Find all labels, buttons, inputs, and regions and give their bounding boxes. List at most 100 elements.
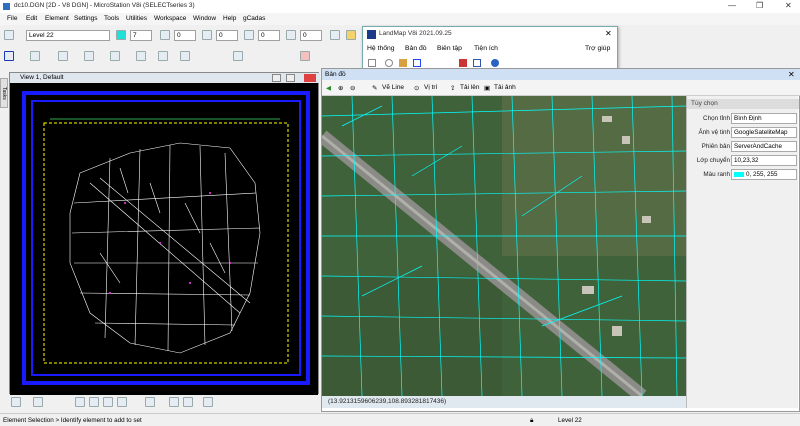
lock-icon[interactable]: 🔒︎	[530, 417, 533, 425]
window-title: dc10.DGN [2D - V8 DGN] - MicroStation V8…	[14, 2, 195, 9]
tool-dimension-icon[interactable]	[180, 51, 190, 61]
menu-edit[interactable]: Edit	[26, 15, 37, 22]
lm-tool-table-icon[interactable]	[473, 59, 481, 67]
view-close-icon[interactable]	[304, 74, 316, 82]
menu-element[interactable]: Element	[45, 15, 69, 22]
pan-view-icon[interactable]	[145, 397, 155, 407]
level-combo[interactable]: Level 22	[26, 30, 110, 41]
priority-combo[interactable]: 0	[300, 30, 322, 41]
menu-settings[interactable]: Settings	[74, 15, 98, 22]
minimize-icon[interactable]: —	[728, 1, 736, 10]
tool-fence-icon[interactable]	[58, 51, 68, 61]
zoom-out-map-icon[interactable]: ⊖	[350, 84, 355, 92]
lm-tool-map-icon[interactable]	[399, 59, 407, 67]
view-maximize-icon[interactable]	[286, 74, 295, 82]
zoom-in-map-icon[interactable]: ⊕	[338, 84, 343, 92]
tool-measure-icon[interactable]	[110, 51, 120, 61]
photo-button[interactable]: Tải ảnh	[494, 84, 516, 91]
menu-window[interactable]: Window	[193, 15, 216, 22]
level-value: Level 22	[29, 32, 54, 39]
coordinate-readout: (13.9213159606239,108.893281817436)	[322, 396, 686, 408]
close-icon[interactable]: ✕	[785, 1, 792, 10]
prop-label: Phiên bản	[701, 143, 730, 150]
options-panel: Tùy chọn Chọn tỉnh Bình Định Ảnh vệ tinh…	[686, 96, 799, 408]
draw-line-icon[interactable]: ✎	[372, 84, 377, 92]
priority-icon[interactable]	[286, 30, 296, 40]
landmap-menu-help[interactable]: Trợ giúp	[585, 45, 610, 52]
tool-info-icon[interactable]	[233, 51, 243, 61]
lm-tool-text-icon[interactable]	[459, 59, 467, 67]
weight-combo[interactable]: 0	[216, 30, 238, 41]
landmap-close-icon[interactable]: ✕	[605, 29, 612, 38]
view-previous-icon[interactable]	[169, 397, 179, 407]
province-select[interactable]: Bình Định	[731, 113, 797, 124]
zoom-in-icon[interactable]	[75, 397, 85, 407]
zoom-out-icon[interactable]	[89, 397, 99, 407]
satellite-map[interactable]	[322, 96, 686, 396]
version-field[interactable]: ServerAndCache	[731, 141, 797, 152]
lm-tool-info-icon[interactable]	[491, 59, 499, 67]
lm-tool-new-icon[interactable]	[368, 59, 376, 67]
menu-gcadas[interactable]: gCadas	[243, 15, 265, 22]
view-next-icon[interactable]	[183, 397, 193, 407]
landmap-menu-system[interactable]: Hệ thống	[367, 45, 395, 52]
line-weight-icon[interactable]	[202, 30, 212, 40]
maximize-icon[interactable]: ❐	[756, 1, 763, 10]
view-attributes-icon[interactable]	[11, 397, 21, 407]
menu-tools[interactable]: Tools	[104, 15, 119, 22]
status-message: Element Selection > Identify element to …	[3, 417, 142, 424]
prop-label: Ảnh vệ tinh	[698, 129, 730, 136]
transparency-value: 0	[261, 32, 265, 39]
tool-text-icon[interactable]	[136, 51, 146, 61]
upload-icon[interactable]: ⇪	[450, 84, 455, 92]
copy-view-icon[interactable]	[203, 397, 213, 407]
new-file-icon[interactable]	[330, 30, 340, 40]
satellite-select[interactable]: GoogleSateliteMap	[731, 127, 797, 138]
menu-workspace[interactable]: Workspace	[154, 15, 186, 22]
menu-help[interactable]: Help	[223, 15, 236, 22]
color-value: 7	[133, 32, 137, 39]
landmap-logo-icon	[367, 30, 376, 39]
position-button[interactable]: Vị trí	[424, 84, 437, 91]
element-selection-icon[interactable]	[4, 30, 14, 40]
prop-row-color: Màu ranh 0, 255, 255	[687, 169, 799, 180]
landmap-menu-map[interactable]: Bản đồ	[405, 45, 427, 52]
view-rotate-icon[interactable]	[33, 397, 43, 407]
line-style-icon[interactable]	[160, 30, 170, 40]
style-combo[interactable]: 0	[174, 30, 196, 41]
boundary-color-select[interactable]: 0, 255, 255	[731, 169, 797, 180]
landmap-menu-utilities[interactable]: Tiện ích	[474, 45, 498, 52]
lm-tool-globe-icon[interactable]	[385, 59, 393, 67]
transparency-icon[interactable]	[244, 30, 254, 40]
tool-cloud-icon[interactable]	[84, 51, 94, 61]
menu-file[interactable]: File	[7, 15, 17, 22]
fit-view-icon[interactable]	[117, 397, 127, 407]
upload-button[interactable]: Tải lên	[460, 84, 480, 91]
layers-field[interactable]: 10,23,32	[731, 155, 797, 166]
map-pane-close-icon[interactable]: ✕	[788, 70, 795, 79]
position-icon[interactable]: ⊙	[414, 84, 419, 92]
color-swatch-icon[interactable]	[116, 30, 126, 40]
lm-tool-grid-icon[interactable]	[413, 59, 421, 67]
view-minimize-icon[interactable]	[272, 74, 281, 82]
landmap-menu-edit[interactable]: Biên tập	[437, 45, 462, 52]
map-toolbar: ◀ ⊕ ⊖ ✎ Vẽ Line ⊙ Vị trí ⇪ Tải lên ▣ Tải…	[322, 80, 800, 96]
tool-delete-icon[interactable]	[300, 51, 310, 61]
back-icon[interactable]: ◀	[326, 84, 331, 92]
window-area-icon[interactable]	[103, 397, 113, 407]
color-combo[interactable]: 7	[130, 30, 152, 41]
prop-row-version: Phiên bản ServerAndCache	[687, 141, 799, 152]
tool-cell-icon[interactable]	[158, 51, 168, 61]
draw-line-button[interactable]: Vẽ Line	[382, 84, 404, 91]
menubar: File Edit Element Settings Tools Utiliti…	[0, 13, 800, 25]
photo-icon[interactable]: ▣	[484, 84, 490, 92]
prop-row-layers: Lớp chuyển 10,23,32	[687, 155, 799, 166]
map-pane-title: Bản đồ	[322, 69, 800, 80]
menu-utilities[interactable]: Utilities	[126, 15, 147, 22]
view-canvas[interactable]	[10, 83, 318, 395]
tool-select-icon[interactable]	[4, 51, 14, 61]
open-folder-icon[interactable]	[346, 30, 356, 40]
tasks-tab[interactable]: Tasks	[0, 78, 8, 108]
transparency-combo[interactable]: 0	[258, 30, 280, 41]
tool-copy-icon[interactable]	[30, 51, 40, 61]
